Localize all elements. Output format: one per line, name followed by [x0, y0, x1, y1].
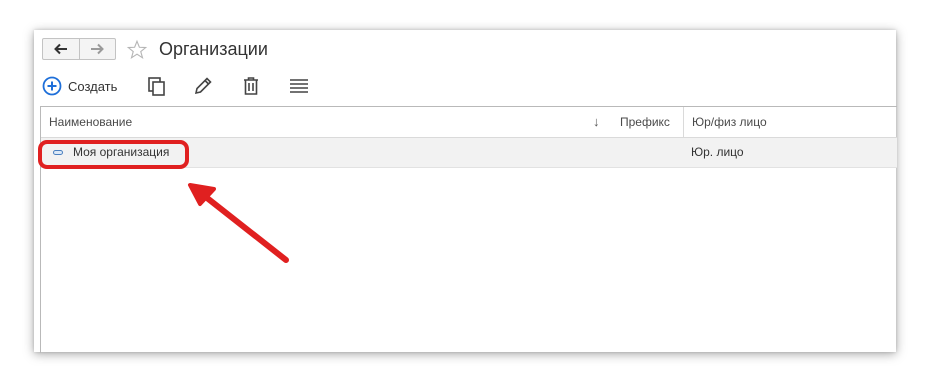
column-header-name[interactable]: Наименование [41, 107, 612, 137]
pencil-icon[interactable] [192, 75, 214, 97]
copy-icon[interactable] [146, 75, 168, 97]
column-header-name-label: Наименование [49, 115, 133, 129]
sort-descending-icon[interactable]: ↓ [593, 107, 600, 137]
menu-lines-icon[interactable] [288, 75, 310, 97]
annotation-arrow [188, 183, 289, 263]
arrow-right-icon [91, 43, 105, 55]
star-outline-icon[interactable] [126, 39, 148, 61]
table-header: Наименование ↓ Префикс Юр/физ лицо [41, 107, 897, 138]
arrow-left-icon [53, 43, 67, 55]
forward-button[interactable] [78, 39, 116, 59]
page-title: Организации [159, 39, 268, 59]
navigation-buttons [42, 38, 116, 60]
cell-type: Юр. лицо [691, 145, 744, 159]
plus-circle-icon [42, 76, 62, 96]
annotation-highlight-box [38, 140, 189, 169]
column-header-prefix[interactable]: Префикс [612, 107, 683, 137]
column-header-prefix-label: Префикс [620, 115, 670, 129]
create-button-label: Создать [68, 78, 118, 94]
trash-icon[interactable] [240, 75, 262, 97]
organizations-window: Организации Создать Наименование ↓ Префи… [34, 30, 897, 353]
column-header-type-label: Юр/физ лицо [692, 115, 767, 129]
column-header-type[interactable]: Юр/физ лицо [683, 107, 897, 137]
toolbar: Создать [42, 74, 342, 98]
back-button[interactable] [43, 39, 79, 59]
create-button[interactable]: Создать [42, 74, 117, 98]
